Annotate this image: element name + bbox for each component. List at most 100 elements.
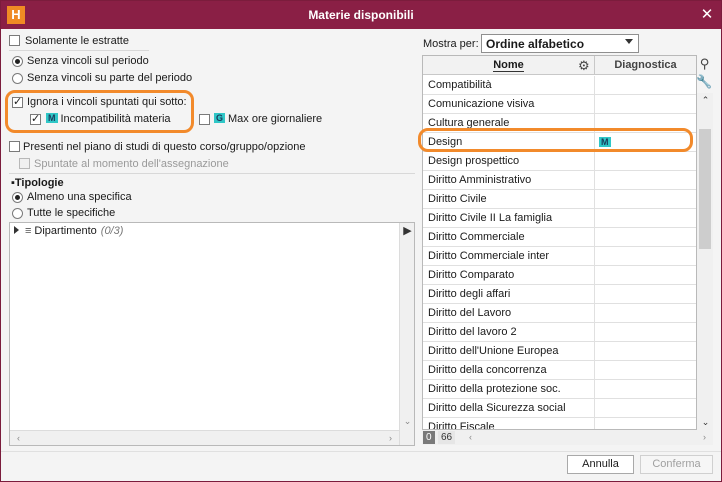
cell-nome: Diritto del lavoro 2: [423, 323, 595, 341]
gear-icon[interactable]: ⚙: [578, 58, 590, 74]
table-row[interactable]: Diritto dell'Unione Europea: [423, 342, 696, 361]
table-row[interactable]: Diritto Civile: [423, 190, 696, 209]
tipologie-tree: ≡ Dipartimento (0/3) ▶ ⌄ ‹ ›: [9, 222, 415, 446]
radio-senza-vincoli-parte-periodo[interactable]: [12, 73, 23, 84]
table-row[interactable]: Design prospettico: [423, 152, 696, 171]
cell-nome: Comunicazione visiva: [423, 95, 595, 113]
table-vertical-scrollbar[interactable]: ⌃ ⌄: [697, 93, 713, 430]
divider: [9, 173, 415, 174]
spuntate-assegnazione-checkbox[interactable]: [19, 158, 30, 169]
table-row[interactable]: Diritto Civile II La famiglia: [423, 209, 696, 228]
column-header-diagnostica[interactable]: Diagnostica: [595, 56, 696, 75]
title-bar[interactable]: H Materie disponibili ✕: [1, 1, 721, 29]
cell-nome: Diritto Comparato: [423, 266, 595, 284]
materie-table: Nome ⚙ Diagnostica Compatibilità Comunica…: [422, 55, 697, 430]
column-header-nome-text: Nome: [493, 59, 524, 72]
cell-nome: Diritto Civile: [423, 190, 595, 208]
solamente-estratte-checkbox[interactable]: [9, 35, 20, 46]
tree-item-label: Dipartimento: [34, 225, 97, 237]
cell-nome: Diritto della Sicurezza social: [423, 399, 595, 417]
table-row[interactable]: Diritto Amministrativo: [423, 171, 696, 190]
cell-nome: Diritto della concorrenza: [423, 361, 595, 379]
list-icon: ≡: [25, 225, 32, 237]
table-row[interactable]: Diritto della concorrenza: [423, 361, 696, 380]
max-ore-text: Max ore giornaliere: [228, 113, 323, 125]
scroll-down-arrow-icon[interactable]: ⌄: [401, 415, 414, 427]
search-icon[interactable]: ⚲: [696, 55, 713, 72]
cell-nome: Diritto Civile II La famiglia: [423, 209, 595, 227]
total-count-badge: 66: [438, 431, 456, 444]
cell-nome: Diritto del Lavoro: [423, 304, 595, 322]
cell-nome: Diritto Amministrativo: [423, 171, 595, 189]
radio-almeno-una-label: Almeno una specifica: [27, 191, 132, 203]
highlight-design-row: [418, 128, 693, 152]
incompatibilita-text: Incompatibilità materia: [60, 113, 171, 125]
table-row[interactable]: Diritto degli affari: [423, 285, 696, 304]
table-row[interactable]: Diritto Commerciale inter: [423, 247, 696, 266]
tag-g-icon: G: [214, 113, 226, 123]
table-header: Nome ⚙ Diagnostica: [423, 56, 696, 75]
scroll-right-arrow-icon[interactable]: ▶: [401, 225, 414, 237]
tipologie-heading-text: Tipologie: [14, 177, 64, 189]
scroll-left-arrow-icon[interactable]: ‹: [464, 431, 477, 443]
dialog-title: Materie disponibili: [308, 8, 414, 22]
table-row[interactable]: Diritto Fiscale: [423, 418, 696, 429]
table-horizontal-scrollbar[interactable]: 0 66 ‹ ›: [422, 430, 713, 445]
sort-dropdown[interactable]: Ordine alfabetico: [481, 34, 639, 53]
conferma-button[interactable]: Conferma: [640, 455, 713, 474]
radio-almeno-una[interactable]: [12, 192, 23, 203]
expand-caret-icon[interactable]: [14, 226, 19, 234]
scroll-down-arrow-icon[interactable]: ⌄: [699, 416, 712, 428]
table-row[interactable]: Diritto del Lavoro: [423, 304, 696, 323]
column-header-nome[interactable]: Nome: [423, 56, 595, 75]
scroll-right-arrow-icon[interactable]: ›: [384, 432, 397, 444]
incompatibilita-label: M Incompatibilità materia: [46, 113, 171, 125]
sort-dropdown-value: Ordine alfabetico: [486, 37, 585, 51]
table-row[interactable]: Diritto della protezione soc.: [423, 380, 696, 399]
radio-senza-vincoli-periodo[interactable]: [12, 56, 23, 67]
wrench-icon[interactable]: 🔧: [696, 73, 713, 90]
cell-nome: Diritto Fiscale: [423, 418, 595, 429]
spuntate-assegnazione-label: Spuntate al momento dell'assegnazione: [34, 158, 229, 170]
tag-m-icon: M: [46, 113, 58, 123]
cell-nome: Diritto degli affari: [423, 285, 595, 303]
presenti-piano-checkbox[interactable]: [9, 141, 20, 152]
ignora-vincoli-checkbox[interactable]: [12, 95, 23, 108]
cell-nome: Diritto Commerciale: [423, 228, 595, 246]
cell-nome: Diritto dell'Unione Europea: [423, 342, 595, 360]
radio-senza-vincoli-periodo-label: Senza vincoli sul periodo: [27, 55, 149, 67]
radio-senza-vincoli-parte-periodo-label: Senza vincoli su parte del periodo: [27, 72, 193, 84]
tree-vertical-scrollbar[interactable]: ▶ ⌄: [399, 223, 414, 445]
max-ore-label: G Max ore giornaliere: [214, 113, 322, 125]
radio-tutte-specifiche[interactable]: [12, 208, 23, 219]
tree-item-count: (0/3): [100, 225, 124, 237]
incompatibilita-checkbox[interactable]: [30, 112, 41, 125]
ignora-vincoli-label: Ignora i vincoli spuntati qui sotto:: [27, 96, 187, 108]
table-row[interactable]: Diritto Comparato: [423, 266, 696, 285]
cell-nome: Diritto Commerciale inter: [423, 247, 595, 265]
max-ore-checkbox[interactable]: [199, 114, 210, 125]
table-row[interactable]: Diritto Commerciale: [423, 228, 696, 247]
tree-item-dipartimento[interactable]: ≡ Dipartimento (0/3): [14, 225, 123, 237]
table-row[interactable]: Compatibilità: [423, 76, 696, 95]
cell-nome: Design prospettico: [423, 152, 595, 170]
scroll-up-arrow-icon[interactable]: ⌃: [699, 94, 712, 106]
scroll-left-arrow-icon[interactable]: ‹: [12, 432, 25, 444]
scroll-right-arrow-icon[interactable]: ›: [698, 431, 711, 443]
cell-nome: Compatibilità: [423, 76, 595, 94]
solamente-estratte-label: Solamente le estratte: [25, 35, 129, 47]
tree-horizontal-scrollbar[interactable]: ‹ ›: [10, 430, 399, 445]
chevron-down-icon: [625, 39, 633, 44]
selected-count-badge: 0: [423, 431, 435, 444]
mostra-per-label: Mostra per:: [423, 38, 479, 50]
dialog-window: H Materie disponibili ✕ Solamente le est…: [0, 0, 722, 482]
presenti-piano-label: Presenti nel piano di studi di questo co…: [23, 141, 306, 153]
annulla-button[interactable]: Annulla: [567, 455, 634, 474]
scroll-thumb[interactable]: [699, 129, 711, 249]
table-row[interactable]: Diritto del lavoro 2: [423, 323, 696, 342]
close-button[interactable]: ✕: [697, 5, 717, 25]
table-row[interactable]: Comunicazione visiva: [423, 95, 696, 114]
divider: [9, 50, 149, 51]
radio-tutte-specifiche-label: Tutte le specifiche: [27, 207, 116, 219]
table-row[interactable]: Diritto della Sicurezza social: [423, 399, 696, 418]
